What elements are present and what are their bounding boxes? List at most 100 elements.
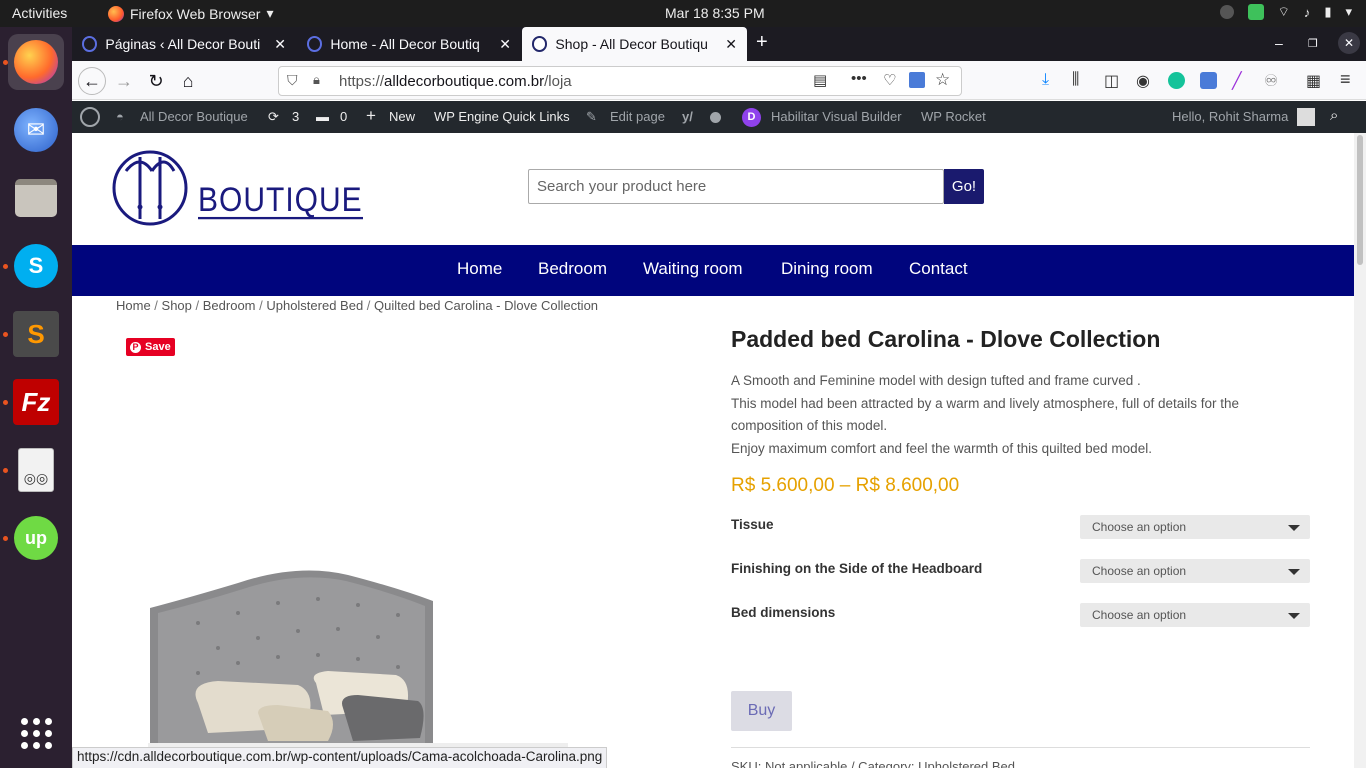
new-content-link[interactable]: New (389, 109, 415, 124)
reload-button[interactable]: ↻ (142, 67, 170, 95)
dashboard-icon: ◓ (116, 109, 124, 124)
battery-icon[interactable]: ▮ (1324, 4, 1331, 20)
product-image[interactable] (128, 563, 608, 768)
activities-button[interactable]: Activities (12, 5, 67, 21)
tissue-select[interactable]: Choose an option (1080, 515, 1310, 539)
dock-firefox[interactable] (8, 34, 64, 90)
translate-extension-icon[interactable] (1200, 72, 1217, 89)
tab-title: Shop - All Decor Boutiqu (555, 36, 708, 52)
edit-page-link[interactable]: Edit page (610, 109, 665, 124)
visual-builder-link[interactable]: Habilitar Visual Builder (771, 109, 902, 124)
breadcrumb-bedroom[interactable]: Bedroom (203, 298, 256, 313)
account-icon[interactable]: ◉ (1136, 71, 1150, 91)
dock-filezilla[interactable]: Fz (8, 374, 64, 430)
sidebar-icon[interactable]: ◫ (1104, 71, 1119, 91)
tracking-shield-icon[interactable]: ⛉ (287, 72, 298, 89)
forward-button[interactable]: → (110, 67, 138, 95)
select-value: Choose an option (1092, 608, 1187, 622)
url-bar[interactable]: ⛉ 🔒︎ https://alldecorboutique.com.br/loj… (278, 66, 962, 96)
extension-icon[interactable]: ♾ (1264, 71, 1278, 91)
nav-bedroom[interactable]: Bedroom (538, 259, 607, 279)
upwork-tray-icon[interactable] (1219, 5, 1234, 19)
close-icon[interactable]: ✕ (725, 36, 737, 53)
site-logo[interactable]: BOUTIQUE (112, 149, 363, 234)
product-search-input[interactable] (528, 169, 944, 204)
lock-icon[interactable]: 🔒︎ (313, 72, 320, 88)
nav-contact[interactable]: Contact (909, 259, 968, 279)
breadcrumb-upholstered-bed[interactable]: Upholstered Bed (266, 298, 363, 313)
page-actions-icon[interactable]: ••• (851, 70, 867, 87)
back-button[interactable]: ← (78, 67, 106, 95)
updates-icon[interactable]: ⟳ (268, 109, 279, 125)
divi-icon[interactable]: D (742, 108, 761, 127)
color-picker-icon[interactable]: ╱ (1232, 71, 1242, 91)
close-icon[interactable]: ✕ (274, 36, 286, 53)
comments-count[interactable]: 0 (340, 109, 347, 124)
category-link[interactable]: Upholstered Bed (918, 759, 1015, 768)
dock-thunderbird[interactable]: ✉ (8, 102, 64, 158)
system-top-bar: Activities Firefox Web Browser ▾ Mar 18 … (0, 0, 1366, 27)
system-tray[interactable]: ⌔ ♪ ▮ ▾ (1219, 4, 1352, 20)
buy-button[interactable]: Buy (731, 691, 792, 731)
page-scrollbar[interactable] (1354, 133, 1366, 768)
dock-sublime-text[interactable]: S (8, 306, 64, 362)
nav-home[interactable]: Home (457, 259, 502, 279)
wp-rocket-link[interactable]: WP Rocket (921, 109, 986, 124)
dock-upwork[interactable]: up (8, 510, 64, 566)
nav-waiting-room[interactable]: Waiting room (643, 259, 743, 279)
home-button[interactable]: ⌂ (174, 67, 202, 95)
comments-icon[interactable]: ▬ (316, 109, 329, 124)
tab-paginas[interactable]: Páginas ‹ All Decor Bouti ✕ (72, 27, 296, 61)
upwork-icon: up (14, 516, 58, 560)
dock-skype[interactable]: S (8, 238, 64, 294)
wp-engine-links[interactable]: WP Engine Quick Links (434, 109, 570, 124)
yoast-icon[interactable]: y/ (682, 109, 693, 124)
breadcrumb-shop[interactable]: Shop (162, 298, 192, 313)
downloads-icon[interactable]: ⤓ (1042, 71, 1049, 89)
avatar[interactable] (1297, 108, 1315, 126)
chevron-down-icon[interactable]: ▾ (1345, 4, 1352, 20)
document-viewer-icon: ◎◎ (18, 448, 54, 492)
show-applications-button[interactable] (8, 705, 64, 761)
maximize-button[interactable]: ❐ (1308, 37, 1318, 50)
reader-view-icon[interactable]: ▤ (813, 71, 827, 89)
tab-shop[interactable]: Shop - All Decor Boutiqu ✕ (522, 27, 747, 61)
pocket-icon[interactable]: ♡ (883, 71, 896, 89)
volume-icon[interactable]: ♪ (1304, 5, 1311, 20)
translate-icon[interactable] (909, 72, 925, 88)
updates-count[interactable]: 3 (292, 109, 299, 124)
breadcrumb-home[interactable]: Home (116, 298, 151, 313)
sku-text: SKU: Not applicable / Category: (731, 759, 919, 768)
dock-document-viewer[interactable]: ◎◎ (8, 442, 64, 498)
close-icon[interactable]: ✕ (499, 36, 511, 53)
wifi-icon[interactable]: ⌔ (1278, 4, 1290, 20)
shield-check-icon[interactable] (1247, 4, 1264, 20)
pinterest-save-button[interactable]: P Save (126, 338, 175, 356)
user-greeting[interactable]: Hello, Rohit Sharma (1172, 109, 1288, 124)
library-icon[interactable]: ⫼ (1072, 71, 1079, 89)
dock-files[interactable] (8, 170, 64, 226)
extensions-puzzle-icon[interactable]: ▦ (1306, 71, 1321, 91)
new-tab-button[interactable]: + (756, 31, 768, 54)
grammarly-icon[interactable] (1168, 72, 1185, 89)
web-page: BOUTIQUE Go! Home Bedroom Waiting room D… (72, 133, 1354, 768)
wordpress-logo-icon[interactable] (80, 107, 100, 127)
nav-dining-room[interactable]: Dining room (781, 259, 873, 279)
url-prefix: https:// (339, 72, 385, 90)
close-window-button[interactable]: ✕ (1338, 32, 1360, 54)
tab-home[interactable]: Home - All Decor Boutiq ✕ (297, 27, 521, 61)
search-icon[interactable]: ⌕ (1330, 107, 1338, 124)
app-menu[interactable]: Firefox Web Browser ▾ (108, 5, 273, 22)
finishing-select[interactable]: Choose an option (1080, 559, 1310, 583)
bookmark-star-icon[interactable]: ☆ (935, 70, 950, 90)
site-name-link[interactable]: All Decor Boutique (140, 109, 248, 124)
menu-icon[interactable]: ≡ (1340, 69, 1351, 90)
url-text[interactable]: https://alldecorboutique.com.br/loja (339, 73, 572, 90)
search-go-button[interactable]: Go! (944, 169, 984, 204)
divider (731, 747, 1310, 748)
dimensions-select[interactable]: Choose an option (1080, 603, 1310, 627)
minimize-button[interactable]: – (1275, 35, 1283, 51)
scrollbar-thumb[interactable] (1357, 135, 1363, 265)
clock[interactable]: Mar 18 8:35 PM (665, 5, 765, 21)
firefox-icon (108, 5, 124, 22)
